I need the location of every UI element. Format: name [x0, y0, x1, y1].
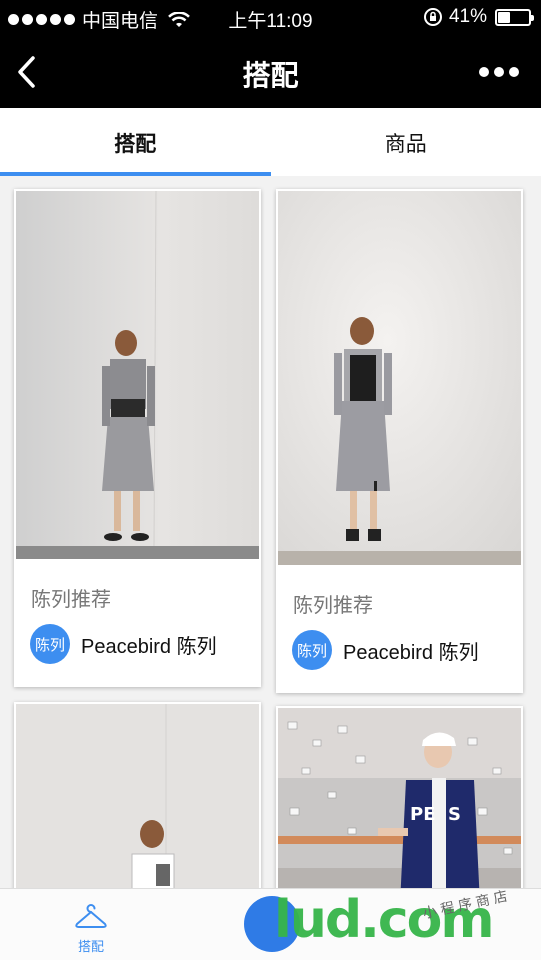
outfit-photo — [278, 191, 521, 565]
svg-text:S: S — [448, 804, 461, 825]
status-right: 41% — [423, 6, 534, 28]
outfit-photo — [16, 704, 259, 900]
bottom-tab-outfits[interactable]: 搭配 — [56, 903, 126, 955]
brand-avatar: 陈列 — [292, 630, 332, 670]
nav-bar: 搭配 — [0, 36, 541, 108]
tab-bar: 搭配 商品 — [0, 108, 541, 176]
more-button[interactable] — [479, 62, 521, 82]
card-label: 陈列推荐 — [31, 589, 111, 611]
outfit-card[interactable]: 陈列推荐 陈列 Peacebird 陈列 — [14, 189, 261, 687]
outfit-card[interactable] — [14, 702, 261, 902]
brand-row: 陈列 Peacebird 陈列 — [30, 624, 217, 664]
brand-name: Peacebird 陈列 — [343, 641, 479, 664]
outfit-card[interactable]: PE S — [276, 706, 523, 906]
more-dot-icon — [479, 67, 489, 77]
card-label: 陈列推荐 — [293, 595, 373, 617]
rotation-lock-icon — [423, 8, 442, 26]
brand-avatar: 陈列 — [30, 624, 70, 664]
watermark-logo: lud.com 小程序商店 — [244, 887, 534, 956]
bottom-tab-label: 搭配 — [77, 939, 104, 954]
more-dot-icon — [494, 67, 504, 77]
battery-icon — [495, 8, 534, 26]
svg-text:PE: PE — [410, 804, 436, 825]
outfit-photo — [16, 191, 259, 559]
tab-products[interactable]: 商品 — [271, 108, 541, 176]
outfit-photo: PE S — [278, 708, 521, 904]
outfit-card[interactable]: 陈列推荐 陈列 Peacebird 陈列 — [276, 189, 523, 693]
battery-percent: 41% — [448, 6, 487, 27]
hanger-icon — [75, 904, 107, 928]
page-title: 搭配 — [242, 60, 299, 91]
status-bar: 中国电信 上午11:09 41% — [0, 0, 541, 36]
brand-row: 陈列 Peacebird 陈列 — [292, 630, 479, 670]
brand-name: Peacebird 陈列 — [81, 635, 217, 658]
tab-outfits[interactable]: 搭配 — [0, 108, 271, 176]
more-dot-icon — [509, 67, 519, 77]
